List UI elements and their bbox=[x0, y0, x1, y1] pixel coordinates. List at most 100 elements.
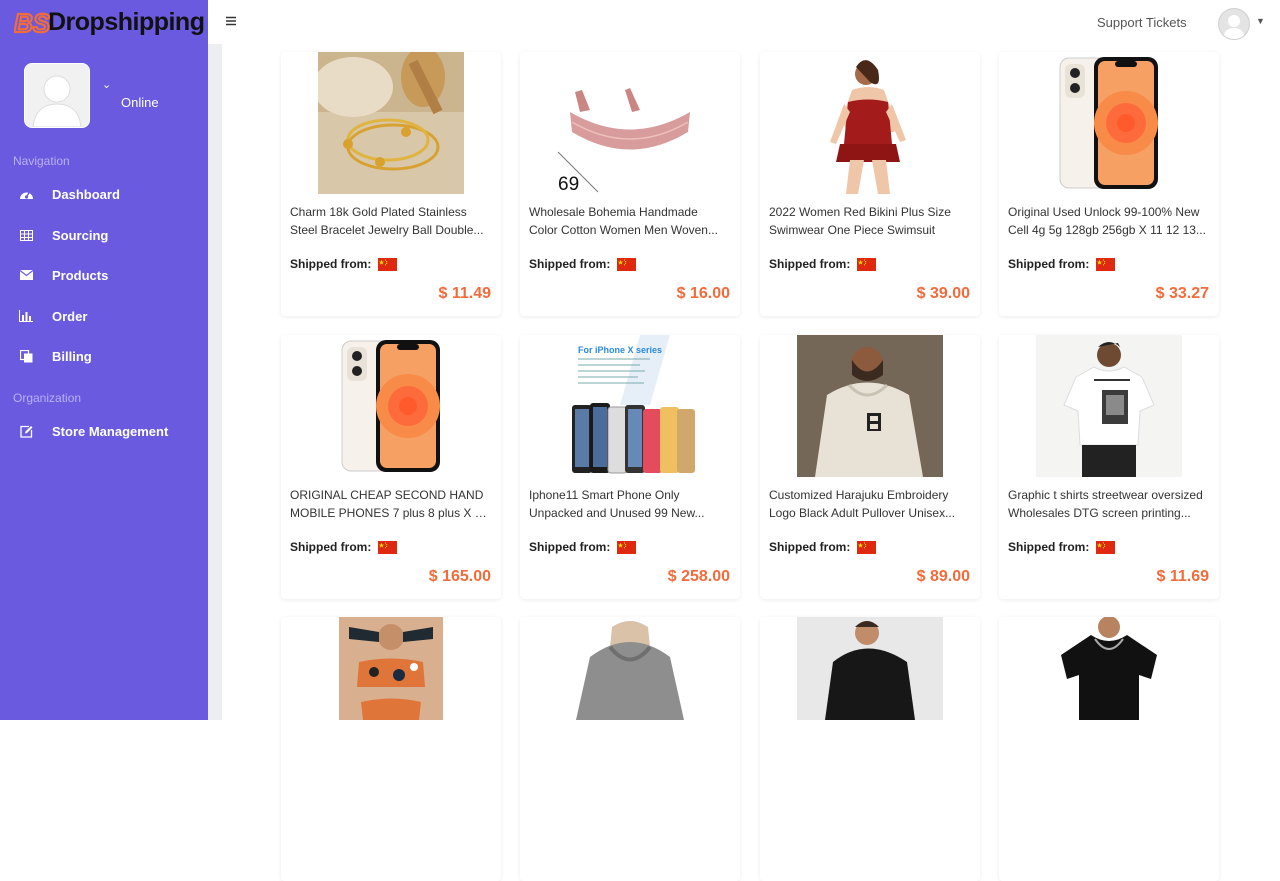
shipped-from: Shipped from: bbox=[290, 257, 398, 271]
product-title[interactable]: ORIGINAL CHEAP SECOND HAND MOBILE PHONES … bbox=[290, 486, 492, 522]
sidebar-item-label: Order bbox=[52, 308, 88, 324]
support-tickets-link[interactable]: Support Tickets bbox=[1097, 15, 1187, 30]
shipped-from: Shipped from: bbox=[529, 257, 637, 271]
menu-toggle-icon[interactable] bbox=[225, 14, 237, 28]
china-flag-icon bbox=[857, 540, 877, 554]
edit-icon bbox=[18, 423, 34, 439]
product-card[interactable] bbox=[520, 617, 740, 881]
user-avatar[interactable] bbox=[24, 63, 90, 128]
product-image[interactable] bbox=[999, 52, 1219, 194]
product-title-line: Swimwear One Piece Swimsuit bbox=[769, 223, 936, 237]
top-bar: Support Tickets ▼ bbox=[208, 0, 1280, 44]
product-title[interactable]: Graphic t shirts streetwear oversized Who… bbox=[1008, 486, 1210, 522]
sidebar-item-label: Billing bbox=[52, 348, 92, 364]
shipped-from-label: Shipped from: bbox=[769, 540, 851, 554]
product-title[interactable]: Customized Harajuku Embroidery Logo Black… bbox=[769, 486, 971, 522]
image-overlay-text: 69 bbox=[558, 174, 579, 194]
product-card[interactable]: For iPhone X series Iphone11 Smart Phone… bbox=[520, 335, 740, 599]
sidebar-item-label: Store Management bbox=[52, 423, 169, 439]
user-avatar-icon bbox=[25, 64, 89, 127]
product-card[interactable]: 2022 Women Red Bikini Plus Size Swimwear … bbox=[760, 52, 980, 316]
product-card[interactable] bbox=[760, 617, 980, 881]
product-title-line: Graphic t shirts streetwear oversized bbox=[1008, 488, 1203, 502]
product-image[interactable] bbox=[999, 335, 1219, 477]
product-price: $ 16.00 bbox=[676, 285, 730, 302]
brand[interactable]: BS Dropshipping bbox=[14, 4, 205, 40]
shipped-from-label: Shipped from: bbox=[769, 257, 851, 271]
sidebar-item-order[interactable]: Order bbox=[18, 304, 208, 328]
product-card[interactable]: Original Used Unlock 99-100% New Cell 4g … bbox=[999, 52, 1219, 316]
product-title-line: Unpacked and Unused 99 New... bbox=[529, 506, 705, 520]
product-image[interactable]: 69 bbox=[520, 52, 740, 194]
product-card[interactable]: Graphic t shirts streetwear oversized Who… bbox=[999, 335, 1219, 599]
sidebar-item-sourcing[interactable]: Sourcing bbox=[18, 223, 208, 247]
product-title-line: ORIGINAL CHEAP SECOND HAND bbox=[290, 488, 484, 502]
product-title-line: Color Cotton Women Men Woven... bbox=[529, 223, 718, 237]
status-dropdown-icon[interactable]: ⌄ bbox=[102, 78, 111, 91]
shipped-from-label: Shipped from: bbox=[290, 257, 372, 271]
product-card[interactable]: ORIGINAL CHEAP SECOND HAND MOBILE PHONES … bbox=[281, 335, 501, 599]
shipped-from-label: Shipped from: bbox=[1008, 540, 1090, 554]
account-dropdown-icon[interactable]: ▼ bbox=[1256, 16, 1265, 26]
china-flag-icon bbox=[617, 257, 637, 271]
product-card[interactable] bbox=[281, 617, 501, 881]
product-title-line: MOBILE PHONES 7 plus 8 plus X X... bbox=[290, 506, 492, 520]
nav-section-label: Navigation bbox=[13, 154, 70, 168]
product-image[interactable] bbox=[760, 52, 980, 194]
product-card[interactable]: Customized Harajuku Embroidery Logo Black… bbox=[760, 335, 980, 599]
china-flag-icon bbox=[1096, 540, 1116, 554]
image-banner-text: For iPhone X series bbox=[578, 345, 662, 355]
product-image[interactable] bbox=[281, 617, 501, 759]
product-card[interactable]: Charm 18k Gold Plated Stainless Steel Bra… bbox=[281, 52, 501, 316]
product-title[interactable]: Iphone11 Smart Phone Only Unpacked and Un… bbox=[529, 486, 731, 522]
top-avatar[interactable] bbox=[1218, 8, 1250, 40]
product-title[interactable]: Wholesale Bohemia Handmade Color Cotton W… bbox=[529, 203, 731, 239]
avatar-icon bbox=[1223, 15, 1245, 39]
sidebar-item-label: Products bbox=[52, 267, 109, 283]
shipped-from: Shipped from: bbox=[1008, 257, 1116, 271]
product-title-line: Original Used Unlock 99-100% New bbox=[1008, 205, 1200, 219]
product-card[interactable]: 69 Wholesale Bohemia Handmade Color Cotton… bbox=[520, 52, 740, 316]
bar-chart-icon bbox=[18, 308, 34, 324]
shipped-from: Shipped from: bbox=[1008, 540, 1116, 554]
product-image[interactable]: For iPhone X series bbox=[520, 335, 740, 477]
product-title-line: Steel Bracelet Jewelry Ball Double... bbox=[290, 223, 484, 237]
product-title[interactable]: Charm 18k Gold Plated Stainless Steel Bra… bbox=[290, 203, 492, 239]
copy-icon bbox=[18, 348, 34, 364]
content-left-border bbox=[208, 44, 222, 720]
sidebar-item-store-management[interactable]: Store Management bbox=[18, 419, 208, 443]
product-title-line: 2022 Women Red Bikini Plus Size bbox=[769, 205, 951, 219]
product-image[interactable] bbox=[760, 335, 980, 477]
sidebar-item-dashboard[interactable]: Dashboard bbox=[18, 182, 208, 206]
product-price: $ 33.27 bbox=[1155, 285, 1209, 302]
china-flag-icon bbox=[378, 257, 398, 271]
product-title-line: Charm 18k Gold Plated Stainless bbox=[290, 205, 467, 219]
product-image[interactable] bbox=[760, 617, 980, 759]
product-image[interactable] bbox=[281, 52, 501, 194]
product-title-line: Customized Harajuku Embroidery bbox=[769, 488, 949, 502]
sidebar: BS Dropshipping ⌄ Online Navigation Dash… bbox=[0, 0, 208, 720]
product-image[interactable] bbox=[999, 617, 1219, 759]
shipped-from: Shipped from: bbox=[290, 540, 398, 554]
product-title[interactable]: 2022 Women Red Bikini Plus Size Swimwear … bbox=[769, 203, 971, 239]
product-price: $ 258.00 bbox=[667, 568, 730, 585]
org-section-label: Organization bbox=[13, 391, 82, 405]
shipped-from: Shipped from: bbox=[529, 540, 637, 554]
product-image[interactable] bbox=[281, 335, 501, 477]
sidebar-item-products[interactable]: Products bbox=[18, 263, 208, 287]
shipped-from-label: Shipped from: bbox=[290, 540, 372, 554]
product-price: $ 11.69 bbox=[1156, 568, 1210, 585]
product-title-line: Logo Black Adult Pullover Unisex... bbox=[769, 506, 956, 520]
product-title[interactable]: Original Used Unlock 99-100% New Cell 4g … bbox=[1008, 203, 1210, 239]
product-price: $ 39.00 bbox=[916, 285, 970, 302]
china-flag-icon bbox=[1096, 257, 1116, 271]
product-price: $ 11.49 bbox=[438, 285, 492, 302]
product-card[interactable] bbox=[999, 617, 1219, 881]
product-image[interactable] bbox=[520, 617, 740, 759]
grid-icon bbox=[18, 227, 34, 243]
sidebar-item-billing[interactable]: Billing bbox=[18, 344, 208, 368]
product-price: $ 165.00 bbox=[428, 568, 491, 585]
china-flag-icon bbox=[857, 257, 877, 271]
product-title-line: Wholesale Bohemia Handmade bbox=[529, 205, 698, 219]
shipped-from: Shipped from: bbox=[769, 257, 877, 271]
